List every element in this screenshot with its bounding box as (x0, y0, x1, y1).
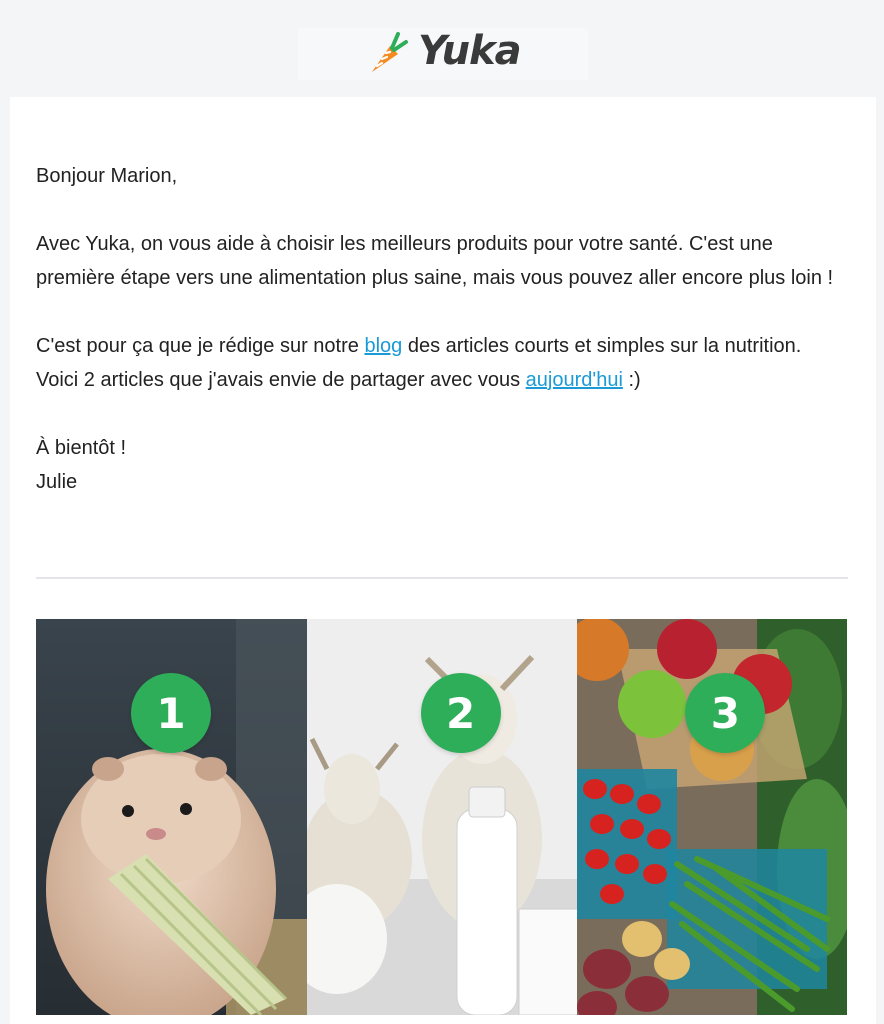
yuka-logo[interactable]: Yuka (368, 26, 522, 76)
greeting: Bonjour Marion, (36, 165, 178, 187)
intro-paragraph: Avec Yuka, on vous aide à choisir les me… (36, 233, 834, 289)
blog-paragraph-text-end: :) (622, 369, 641, 391)
email-body: Bonjour Marion, Avec Yuka, on vous aide … (36, 159, 836, 499)
email-header: Yuka (0, 0, 884, 97)
signoff: À bientôt ! (36, 437, 127, 459)
signature: Julie (36, 471, 78, 493)
blog-paragraph: C'est pour ça que je rédige sur notre bl… (36, 329, 836, 397)
article-1-number-badge: 1 (131, 673, 211, 753)
carrot-icon (372, 32, 408, 72)
blog-link[interactable]: blog (364, 335, 402, 357)
blog-paragraph-text-start: C'est pour ça que je rédige sur notre (36, 335, 365, 357)
email-card: Bonjour Marion, Avec Yuka, on vous aide … (10, 97, 876, 1024)
section-divider (36, 577, 848, 579)
article-3-number-badge: 3 (685, 673, 766, 753)
logo-wordmark: Yuka (418, 28, 522, 74)
article-2-number-badge: 2 (420, 673, 501, 753)
article-3-image[interactable]: 3 (577, 619, 849, 1015)
article-2-image[interactable]: 2 (306, 619, 578, 1015)
article-1-image[interactable]: 1 (36, 619, 307, 1015)
today-link[interactable]: aujourd'hui (526, 369, 623, 391)
article-images-strip: 1 2 3 (36, 619, 849, 1015)
